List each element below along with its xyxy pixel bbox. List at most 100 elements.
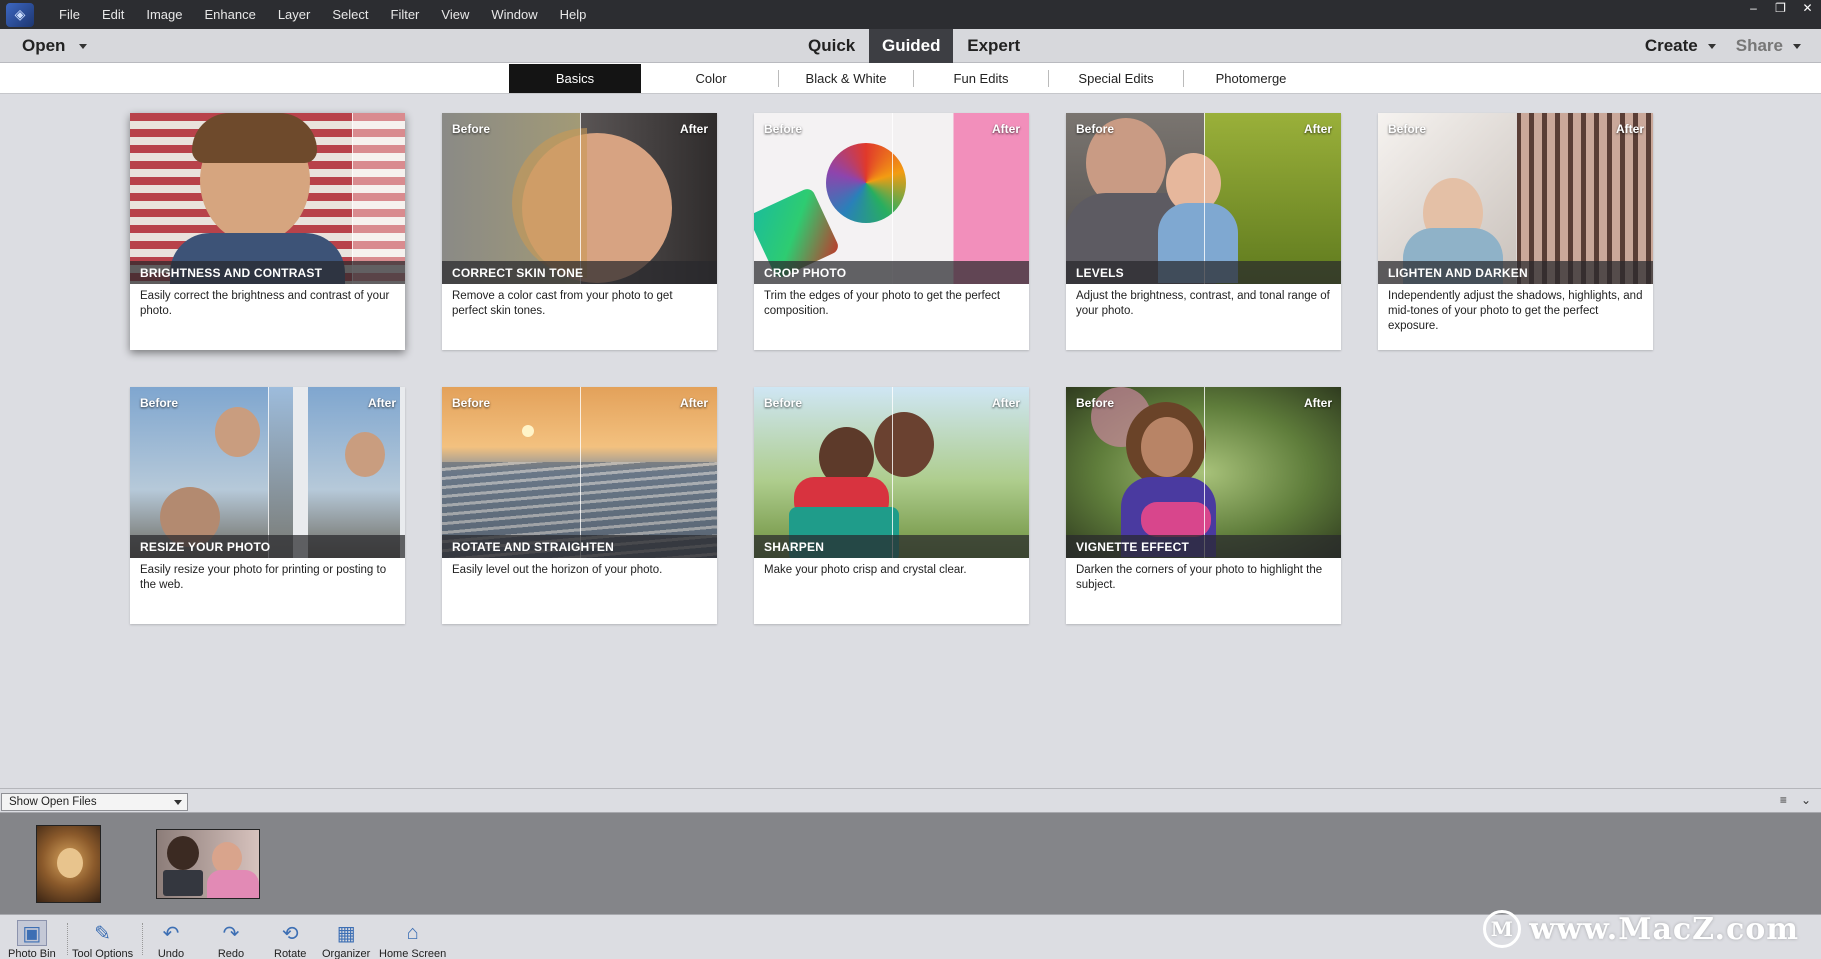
tab-divider bbox=[778, 70, 779, 87]
menu-image[interactable]: Image bbox=[135, 0, 193, 29]
redo-icon: ↷ bbox=[222, 922, 240, 945]
bin-collapse-icon[interactable]: ⌄ bbox=[1801, 793, 1811, 807]
menu-select[interactable]: Select bbox=[321, 0, 379, 29]
card-description: Remove a color cast from your photo to g… bbox=[452, 290, 673, 317]
before-label: Before bbox=[452, 396, 491, 410]
card-title: Brightness and Contrast bbox=[130, 261, 405, 284]
tool-options-button[interactable]: ✎ Tool Options bbox=[72, 915, 133, 959]
tab-color[interactable]: Color bbox=[645, 64, 777, 93]
guided-card-resize-photo[interactable]: Before After Resize Your Photo Easily re… bbox=[130, 387, 405, 624]
before-label: Before bbox=[764, 122, 803, 136]
create-label: Create bbox=[1644, 36, 1698, 55]
after-label: After bbox=[1615, 122, 1644, 136]
menu-enhance[interactable]: Enhance bbox=[194, 0, 267, 29]
tab-fun-edits[interactable]: Fun Edits bbox=[915, 64, 1047, 93]
minimize-icon[interactable]: – bbox=[1740, 0, 1767, 16]
tab-basics[interactable]: Basics bbox=[509, 64, 641, 93]
guided-card-sharpen[interactable]: Before After Sharpen Make your photo cri… bbox=[754, 387, 1029, 624]
mode-switcher: Quick Guided Expert bbox=[794, 29, 1034, 63]
guided-category-tabs: Basics Color Black & White Fun Edits Spe… bbox=[0, 63, 1821, 94]
before-label: Before bbox=[1076, 122, 1115, 136]
open-dropdown-icon[interactable] bbox=[79, 43, 88, 49]
guided-card-brightness-contrast[interactable]: Brightness and Contrast Easily correct t… bbox=[130, 113, 405, 350]
after-label: After bbox=[1303, 396, 1332, 410]
before-label: Before bbox=[140, 396, 179, 410]
after-label: After bbox=[679, 122, 708, 136]
menu-window[interactable]: Window bbox=[480, 0, 548, 29]
organizer-button[interactable]: ▦ Organizer bbox=[322, 915, 370, 959]
card-description: Trim the edges of your photo to get the … bbox=[764, 290, 1001, 317]
card-thumbnail: Before After Resize Your Photo bbox=[130, 387, 405, 558]
task-label: Redo bbox=[217, 948, 245, 959]
guided-card-vignette-effect[interactable]: Before After Vignette Effect Darken the … bbox=[1066, 387, 1341, 624]
open-button[interactable]: Open bbox=[22, 29, 88, 63]
menu-layer[interactable]: Layer bbox=[267, 0, 322, 29]
task-label: Home Screen bbox=[379, 948, 447, 959]
tab-black-white[interactable]: Black & White bbox=[780, 64, 912, 93]
undo-button[interactable]: ↶ Undo bbox=[156, 915, 186, 959]
guided-card-rotate-straighten[interactable]: Before After Rotate and Straighten Easil… bbox=[442, 387, 717, 624]
share-label: Share bbox=[1735, 36, 1783, 55]
card-title: Lighten and Darken bbox=[1378, 261, 1653, 284]
create-dropdown-icon bbox=[1707, 43, 1716, 49]
open-label: Open bbox=[22, 36, 66, 55]
share-dropdown-icon bbox=[1793, 43, 1801, 49]
task-label: Rotate bbox=[274, 948, 307, 959]
restore-icon[interactable]: ❐ bbox=[1767, 0, 1794, 16]
share-button[interactable]: Share bbox=[1736, 36, 1801, 56]
photo-bin bbox=[0, 813, 1821, 914]
bin-photo-thumbnail[interactable] bbox=[156, 829, 260, 899]
card-description: Adjust the brightness, contrast, and ton… bbox=[1076, 290, 1330, 317]
guided-card-crop-photo[interactable]: Before After Crop Photo Trim the edges o… bbox=[754, 113, 1029, 350]
close-icon[interactable]: ✕ bbox=[1794, 0, 1821, 16]
undo-icon: ↶ bbox=[162, 922, 180, 945]
task-divider bbox=[67, 923, 68, 955]
mode-expert[interactable]: Expert bbox=[953, 29, 1034, 63]
mode-guided[interactable]: Guided bbox=[869, 29, 954, 63]
card-thumbnail: Before After Lighten and Darken bbox=[1378, 113, 1653, 284]
photo-bin-button[interactable]: ▣ Photo Bin bbox=[8, 915, 56, 959]
bin-photo-thumbnail[interactable] bbox=[36, 825, 101, 903]
after-label: After bbox=[991, 396, 1020, 410]
menu-filter[interactable]: Filter bbox=[380, 0, 431, 29]
card-title: Levels bbox=[1066, 261, 1341, 284]
menu-bar: ◈ File Edit Image Enhance Layer Select F… bbox=[0, 0, 1821, 29]
watermark: M www.MacZ.com bbox=[1483, 910, 1799, 948]
menu-file[interactable]: File bbox=[48, 0, 91, 29]
card-title: Crop Photo bbox=[754, 261, 1029, 284]
menu-help[interactable]: Help bbox=[549, 0, 598, 29]
task-label: Undo bbox=[157, 948, 185, 959]
card-thumbnail: Before After Vignette Effect bbox=[1066, 387, 1341, 558]
home-screen-button[interactable]: ⌂ Home Screen bbox=[379, 915, 446, 959]
after-label: After bbox=[679, 396, 708, 410]
card-title: Sharpen bbox=[754, 535, 1029, 558]
before-label: Before bbox=[1388, 122, 1427, 136]
menu-edit[interactable]: Edit bbox=[91, 0, 135, 29]
rotate-icon: ⟲ bbox=[281, 922, 299, 945]
tab-photomerge[interactable]: Photomerge bbox=[1185, 64, 1317, 93]
create-button[interactable]: Create bbox=[1645, 36, 1716, 56]
card-thumbnail: Before After Crop Photo bbox=[754, 113, 1029, 284]
mode-quick[interactable]: Quick bbox=[794, 29, 869, 63]
card-thumbnail: Before After Sharpen bbox=[754, 387, 1029, 558]
card-thumbnail: Before After Correct Skin Tone bbox=[442, 113, 717, 284]
home-screen-icon: ⌂ bbox=[406, 921, 419, 944]
tab-divider bbox=[1183, 70, 1184, 87]
redo-button[interactable]: ↷ Redo bbox=[216, 915, 246, 959]
menu-view[interactable]: View bbox=[430, 0, 480, 29]
guided-card-levels[interactable]: Before After Levels Adjust the brightnes… bbox=[1066, 113, 1341, 350]
show-open-files-dropdown[interactable]: Show Open Files bbox=[1, 793, 188, 811]
after-label: After bbox=[1303, 122, 1332, 136]
guided-card-correct-skin-tone[interactable]: Before After Correct Skin Tone Remove a … bbox=[442, 113, 717, 350]
guided-card-lighten-darken[interactable]: Before After Lighten and Darken Independ… bbox=[1378, 113, 1653, 350]
tab-divider bbox=[1048, 70, 1049, 87]
rotate-button[interactable]: ⟲ Rotate bbox=[274, 915, 306, 959]
bin-menu-icon[interactable]: ≡ bbox=[1780, 793, 1787, 807]
tab-special-edits[interactable]: Special Edits bbox=[1050, 64, 1182, 93]
watermark-text: www.MacZ.com bbox=[1529, 911, 1799, 947]
card-thumbnail: Before After Rotate and Straighten bbox=[442, 387, 717, 558]
organizer-icon: ▦ bbox=[336, 922, 356, 945]
card-title: Rotate and Straighten bbox=[442, 535, 717, 558]
app-logo-icon[interactable]: ◈ bbox=[6, 2, 34, 27]
card-title: Resize Your Photo bbox=[130, 535, 405, 558]
